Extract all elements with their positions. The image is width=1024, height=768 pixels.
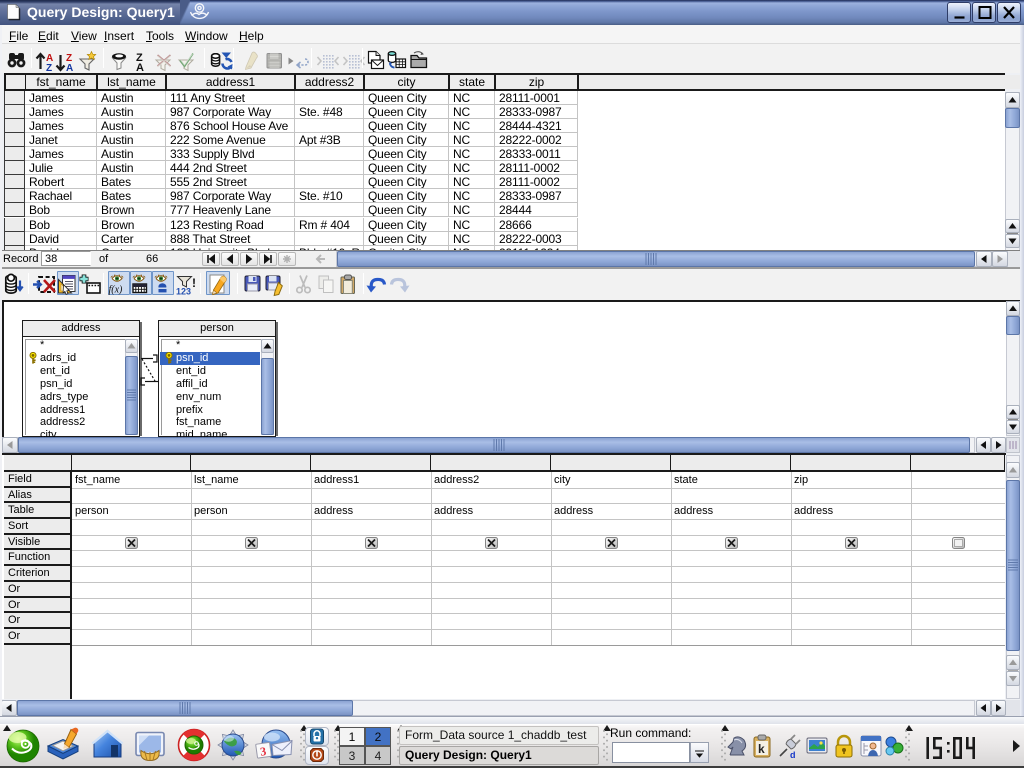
svg-text:k: k <box>758 742 765 756</box>
svg-text:!: ! <box>192 276 196 290</box>
svg-text:f(x): f(x) <box>109 285 124 296</box>
svg-text:123: 123 <box>176 287 191 297</box>
svg-text:d: d <box>790 750 796 760</box>
